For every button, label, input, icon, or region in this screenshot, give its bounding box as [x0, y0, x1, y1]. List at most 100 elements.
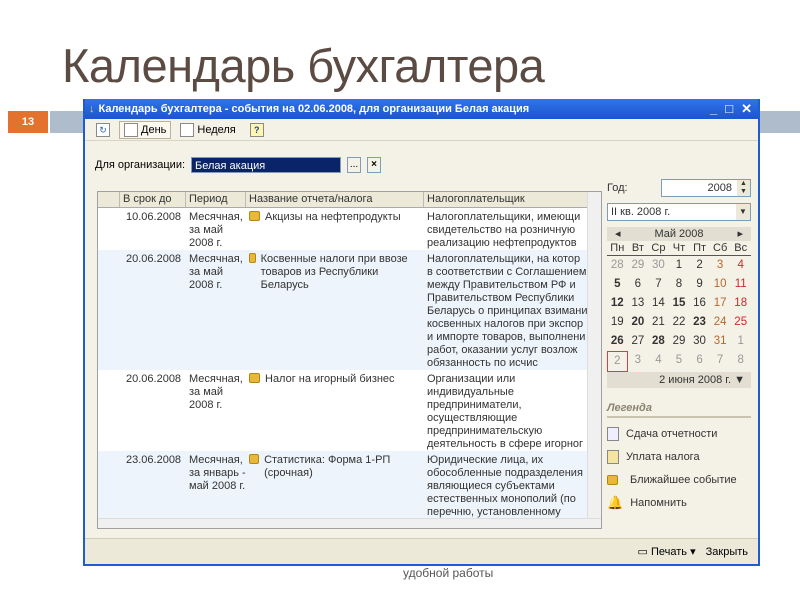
nearest-event-icon: [607, 474, 618, 485]
weekday-label: Пн: [607, 241, 628, 256]
print-button[interactable]: ▭ Печать ▾: [638, 545, 696, 558]
calendar-day[interactable]: 27: [628, 332, 649, 351]
maximize-button[interactable]: □: [725, 101, 733, 117]
legend-label: Уплата налога: [626, 450, 700, 463]
cell-name: Акцизы на нефтепродукты: [246, 211, 424, 250]
calendar-day[interactable]: 16: [689, 294, 710, 313]
year-label: Год:: [607, 182, 628, 194]
calendar-day[interactable]: 10: [710, 275, 731, 294]
calendar-day[interactable]: 6: [689, 351, 710, 372]
calendar-day[interactable]: 30: [689, 332, 710, 351]
quarter-select[interactable]: II кв. 2008 г. ▼: [607, 203, 751, 221]
nearest-event-icon: [249, 454, 260, 464]
legend-item: Уплата налога: [607, 445, 751, 468]
current-date-select[interactable]: 2 июня 2008 г. ▼: [607, 372, 751, 388]
day-button[interactable]: День: [119, 120, 172, 139]
calendar-day[interactable]: 18: [730, 294, 751, 313]
calendar-day[interactable]: 3: [710, 256, 731, 275]
calendar-day[interactable]: 8: [669, 275, 690, 294]
calendar-day[interactable]: 14: [648, 294, 669, 313]
vertical-scrollbar[interactable]: [587, 192, 601, 528]
cell-name: Налог на игорный бизнес: [246, 373, 424, 451]
events-table: В срок до Период Название отчета/налога …: [97, 191, 602, 529]
table-row[interactable]: 20.06.2008 Месячная, за май 2008 г. Нало…: [98, 370, 601, 451]
calendar-day[interactable]: 28: [607, 256, 628, 275]
calendar-day[interactable]: 31: [710, 332, 731, 351]
year-input[interactable]: 2008 ▲ ▼: [661, 179, 751, 197]
payer-line: косвенных налогов при экспор: [427, 318, 584, 330]
calendar-day[interactable]: 25: [730, 313, 751, 332]
name-text: Налог на игорный бизнес: [265, 373, 395, 385]
org-label: Для организации:: [95, 159, 186, 171]
col-date[interactable]: В срок до: [120, 192, 186, 207]
close-button[interactable]: ✕: [741, 101, 752, 117]
calendar-day[interactable]: 11: [730, 275, 751, 294]
calendar-day[interactable]: 4: [648, 351, 669, 372]
org-select-button[interactable]: ...: [347, 157, 362, 173]
calendar-day[interactable]: 30: [648, 256, 669, 275]
calendar-day[interactable]: 17: [710, 294, 731, 313]
calendar-day[interactable]: 5: [669, 351, 690, 372]
calendar-day[interactable]: 5: [607, 275, 628, 294]
payer-line: Правительством Республики: [427, 292, 575, 304]
row-marker: [98, 454, 120, 519]
calendar-day[interactable]: 13: [628, 294, 649, 313]
calendar-day[interactable]: 6: [628, 275, 649, 294]
org-input[interactable]: Белая акация: [191, 157, 342, 173]
prev-month-button[interactable]: ◂: [615, 227, 621, 241]
org-clear-button[interactable]: ×: [367, 157, 382, 173]
calendar-day[interactable]: 21: [648, 313, 669, 332]
payer-line: в соответствии с Соглашением: [427, 266, 587, 278]
calendar-day[interactable]: 2: [689, 256, 710, 275]
calendar-day[interactable]: 7: [648, 275, 669, 294]
calendar-day[interactable]: 4: [730, 256, 751, 275]
row-marker: [98, 373, 120, 451]
table-row[interactable]: 23.06.2008 Месячная, за январь - май 200…: [98, 451, 601, 519]
payer-line: и импорте товаров, выполнени: [427, 331, 586, 343]
week-button[interactable]: Неделя: [175, 121, 240, 139]
horizontal-scrollbar[interactable]: [98, 518, 601, 528]
help-button[interactable]: ?: [245, 121, 269, 139]
calendar-day[interactable]: 28: [648, 332, 669, 351]
year-spinner[interactable]: ▲ ▼: [737, 180, 750, 196]
calendar-day[interactable]: 15: [669, 294, 690, 313]
slide-number: 13: [8, 111, 48, 133]
calendar-day[interactable]: 9: [689, 275, 710, 294]
report-icon: [607, 426, 619, 441]
calendar-day[interactable]: 12: [607, 294, 628, 313]
weekday-label: Пт: [689, 241, 710, 256]
calendar-day[interactable]: 7: [710, 351, 731, 372]
week-label: Неделя: [197, 123, 236, 136]
payer-line: являющиеся субъектами: [427, 480, 555, 492]
calendar-day[interactable]: 20: [628, 313, 649, 332]
col-name[interactable]: Название отчета/налога: [246, 192, 424, 207]
calendar-day[interactable]: 22: [669, 313, 690, 332]
calendar-day[interactable]: 3: [628, 351, 649, 372]
table-row[interactable]: 10.06.2008 Месячная, за май 2008 г. Акци…: [98, 208, 601, 250]
table-row[interactable]: 20.06.2008 Месячная, за май 2008 г. Косв…: [98, 250, 601, 370]
current-date: 2 июня 2008 г.: [659, 374, 732, 386]
cell-period: Месячная, за май 2008 г.: [189, 253, 243, 291]
next-month-button[interactable]: ▸: [737, 227, 743, 241]
calendar-day[interactable]: 2: [607, 351, 628, 372]
calendar-day[interactable]: 19: [607, 313, 628, 332]
minimize-button[interactable]: _: [710, 101, 717, 117]
calendar-day[interactable]: 29: [669, 332, 690, 351]
close-window-button[interactable]: Закрыть: [706, 546, 748, 558]
calendar-day[interactable]: 29: [628, 256, 649, 275]
printer-icon: ▭: [637, 546, 648, 558]
calendar-day[interactable]: 1: [669, 256, 690, 275]
refresh-button[interactable]: ↻: [91, 121, 115, 139]
name-text: Статистика: Форма 1-РП (срочная): [264, 454, 391, 479]
weekday-label: Вт: [627, 241, 649, 256]
legend-item: Сдача отчетности: [607, 422, 751, 445]
calendar-day[interactable]: 24: [710, 313, 731, 332]
legend-label: Сдача отчетности: [626, 427, 718, 440]
calendar-day[interactable]: 1: [730, 332, 751, 351]
col-payer[interactable]: Налогоплательщик: [424, 192, 589, 207]
month-nav: ◂ Май 2008 ▸: [607, 227, 751, 241]
calendar-day[interactable]: 26: [607, 332, 628, 351]
calendar-day[interactable]: 23: [689, 313, 710, 332]
col-period[interactable]: Период: [186, 192, 246, 207]
calendar-day[interactable]: 8: [730, 351, 751, 372]
